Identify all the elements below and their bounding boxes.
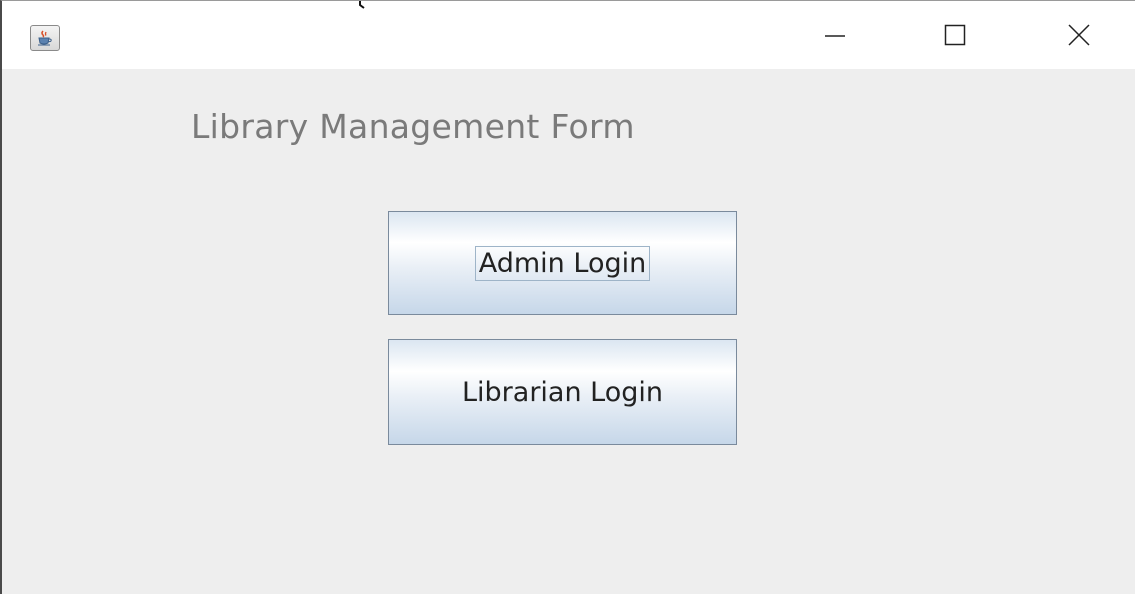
admin-login-label: Admin Login	[474, 245, 651, 281]
application-window: Library Management Form Admin Login Libr…	[0, 0, 1135, 594]
title-bar[interactable]	[2, 1, 1135, 69]
librarian-login-label: Librarian Login	[461, 376, 663, 408]
librarian-login-button[interactable]: Librarian Login	[388, 339, 737, 445]
mouse-cursor-icon	[359, 1, 365, 9]
close-icon	[1068, 24, 1090, 46]
form-content-panel: Library Management Form Admin Login Libr…	[2, 69, 1135, 594]
form-title: Library Management Form	[191, 107, 635, 146]
admin-login-button[interactable]: Admin Login	[388, 211, 737, 315]
minimize-button[interactable]	[785, 1, 885, 69]
maximize-icon	[944, 24, 966, 46]
maximize-button[interactable]	[905, 1, 1005, 69]
java-coffee-cup-icon[interactable]	[30, 25, 60, 51]
minimize-icon	[825, 35, 845, 37]
close-button[interactable]	[1029, 1, 1129, 69]
